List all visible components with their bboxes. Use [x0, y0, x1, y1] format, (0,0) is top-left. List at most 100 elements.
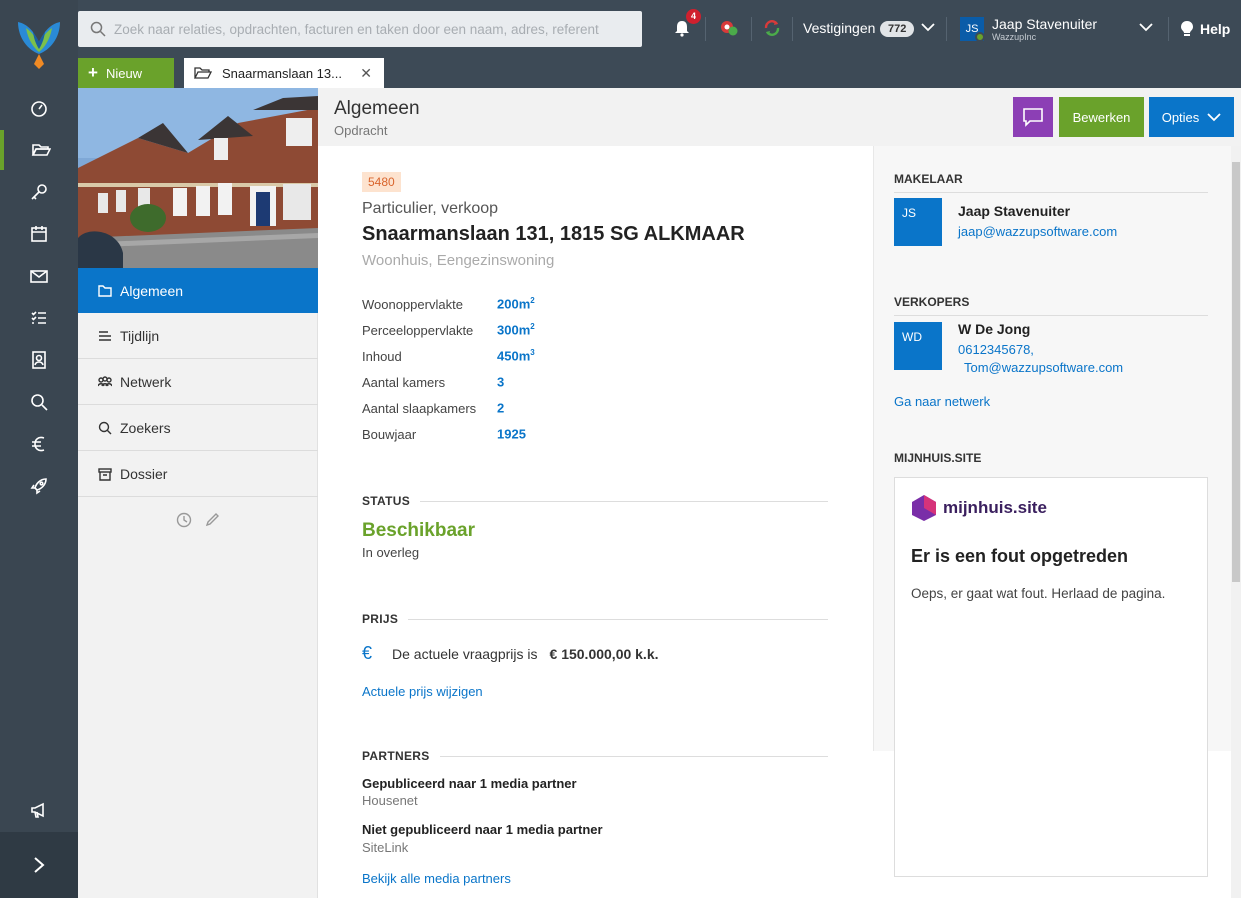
- finance-nav[interactable]: [0, 424, 78, 464]
- user-name[interactable]: Jaap Stavenuiter: [992, 16, 1097, 32]
- tab-label: Snaarmanslaan 13...: [222, 65, 342, 81]
- close-icon[interactable]: ✕: [360, 65, 372, 82]
- main-content: 5480 Particulier, verkoop Snaarmanslaan …: [318, 146, 873, 898]
- search-icon: [98, 421, 112, 434]
- error-message: Oeps, er gaat wat fout. Herlaad de pagin…: [911, 586, 1166, 601]
- seller-email-link[interactable]: Tom@wazzupsoftware.com: [964, 360, 1123, 375]
- dashboard-icon: [31, 101, 47, 117]
- chevron-right-icon: [34, 857, 45, 873]
- contacts-nav[interactable]: [0, 340, 78, 380]
- mijnhuis-widget: mijnhuis.site Er is een fout opgetreden …: [894, 477, 1208, 877]
- spec-value: 200m2: [497, 296, 535, 312]
- network-link[interactable]: Ga naar netwerk: [894, 394, 990, 409]
- calendar-icon: [31, 226, 47, 242]
- nav-item-label: Algemeen: [120, 282, 184, 299]
- scrollbar[interactable]: [1231, 146, 1241, 898]
- nav-item-algemeen[interactable]: Algemeen: [78, 268, 325, 313]
- scrollbar-thumb[interactable]: [1232, 162, 1240, 582]
- help-button[interactable]: Help: [1180, 20, 1230, 38]
- search-icon: [31, 394, 48, 411]
- object-sidebar: Algemeen Tijdlijn Netwerk Zoekers Dossie…: [78, 88, 325, 898]
- online-status-icon: [975, 32, 985, 42]
- seller-name[interactable]: W De Jong: [958, 321, 1030, 337]
- notifications-button[interactable]: 4: [669, 9, 701, 41]
- calendar-nav[interactable]: [0, 214, 78, 254]
- history-icon[interactable]: [176, 512, 192, 528]
- makelaar-name[interactable]: Jaap Stavenuiter: [958, 203, 1070, 219]
- spec-label: Perceeloppervlakte: [362, 322, 474, 338]
- keys-nav[interactable]: [0, 172, 78, 212]
- people-status-icon: [721, 21, 738, 36]
- spec-label: Inhoud: [362, 348, 402, 364]
- presence-button[interactable]: [716, 15, 742, 41]
- user-organization: WazzupInc: [992, 32, 1037, 42]
- mijnhuis-heading: MIJNHUIS.SITE: [894, 451, 982, 465]
- global-search[interactable]: [78, 11, 642, 47]
- partners-heading: PARTNERS: [362, 749, 828, 763]
- verkopers-heading: VERKOPERS: [894, 295, 1208, 316]
- dossiers-nav[interactable]: [0, 130, 78, 170]
- euro-icon: [32, 436, 45, 452]
- expand-sidebar-button[interactable]: [0, 832, 78, 898]
- contact-card-icon: [32, 351, 46, 369]
- nav-item-netwerk[interactable]: Netwerk: [78, 359, 318, 405]
- options-button[interactable]: Opties: [1149, 97, 1234, 137]
- mail-nav[interactable]: [0, 256, 78, 296]
- options-label: Opties: [1161, 109, 1200, 125]
- nav-item-dossier[interactable]: Dossier: [78, 451, 318, 497]
- search-input[interactable]: [114, 21, 642, 37]
- network-icon: [98, 375, 112, 386]
- chat-button[interactable]: [1013, 97, 1053, 137]
- branches-count-badge: 772: [880, 21, 915, 37]
- nav-item-label: Dossier: [120, 465, 168, 482]
- euro-icon: €: [362, 643, 373, 663]
- all-partners-link[interactable]: Bekijk alle media partners: [362, 871, 511, 886]
- announcements-nav[interactable]: [0, 790, 78, 830]
- edit-button[interactable]: Bewerken: [1059, 97, 1144, 137]
- change-price-link[interactable]: Actuele prijs wijzigen: [362, 684, 483, 699]
- spec-label: Bouwjaar: [362, 426, 417, 442]
- tasks-nav[interactable]: [0, 298, 78, 338]
- spec-row: Aantal kamers 3: [362, 369, 535, 395]
- nav-item-label: Zoekers: [120, 419, 171, 436]
- property-address: Snaarmanslaan 131, 1815 SG ALKMAAR: [362, 223, 745, 245]
- makelaar-avatar[interactable]: JS: [894, 198, 942, 246]
- dashboard-nav[interactable]: [0, 88, 78, 128]
- price-row: € De actuele vraagprijs is € 150.000,00 …: [362, 643, 659, 664]
- top-bar: 4 Vestigingen 772 JS Jaap Stavenuiter Wa…: [78, 0, 1241, 58]
- spec-value: 3: [497, 374, 505, 390]
- nav-item-label: Tijdlijn: [120, 327, 160, 344]
- property-specs: Woonoppervlakte 200m2 Perceeloppervlakte 3…: [362, 291, 535, 447]
- seller-phone-link[interactable]: 0612345678,: [958, 342, 1034, 357]
- pencil-icon[interactable]: [204, 512, 220, 528]
- object-nav: Algemeen Tijdlijn Netwerk Zoekers Dossie…: [78, 268, 325, 497]
- branches-selector[interactable]: Vestigingen: [803, 20, 875, 36]
- spec-row: Woonoppervlakte 200m2: [362, 291, 535, 317]
- sync-button[interactable]: [759, 15, 785, 41]
- sync-icon: [764, 20, 780, 36]
- new-button[interactable]: + Nieuw: [78, 58, 174, 88]
- nav-item-tijdlijn[interactable]: Tijdlijn: [78, 313, 318, 359]
- property-photo[interactable]: [78, 88, 318, 268]
- folder-open-icon: [31, 144, 51, 156]
- rocket-nav[interactable]: [0, 466, 78, 506]
- chevron-down-icon[interactable]: [921, 22, 935, 32]
- key-icon: [31, 184, 47, 200]
- right-column: MAKELAAR JS Jaap Stavenuiter jaap@wazzup…: [873, 146, 1231, 877]
- seller-avatar[interactable]: WD: [894, 322, 942, 370]
- status-heading: STATUS: [362, 494, 828, 508]
- status-value: Beschikbaar: [362, 520, 476, 541]
- mijnhuis-logo-icon: [912, 495, 936, 521]
- search-nav[interactable]: [0, 382, 78, 422]
- spec-row: Inhoud 450m3: [362, 343, 535, 369]
- help-label: Help: [1200, 21, 1231, 37]
- chevron-down-icon[interactable]: [1139, 22, 1153, 32]
- content-frame: Algemeen Tijdlijn Netwerk Zoekers Dossie…: [78, 88, 1241, 898]
- app-logo[interactable]: [14, 14, 64, 70]
- search-icon: [90, 21, 106, 37]
- tab-property[interactable]: Snaarmanslaan 13... ✕: [184, 58, 384, 88]
- price-heading: PRIJS: [362, 612, 828, 626]
- makelaar-email-link[interactable]: jaap@wazzupsoftware.com: [958, 224, 1117, 239]
- spec-label: Aantal slaapkamers: [362, 400, 477, 416]
- nav-item-zoekers[interactable]: Zoekers: [78, 405, 318, 451]
